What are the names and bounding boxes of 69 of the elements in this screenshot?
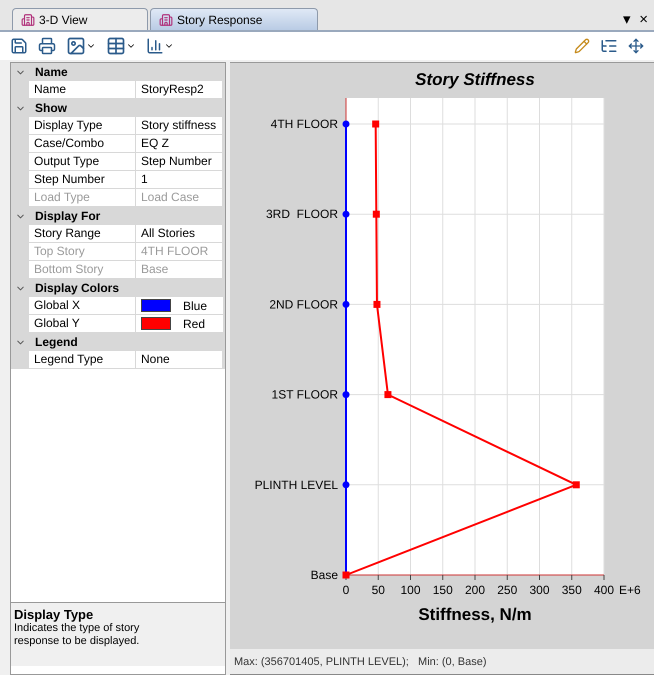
category-label: Show <box>34 101 67 115</box>
tick-label: 50 <box>372 583 385 597</box>
property-name: Output Type <box>29 153 136 171</box>
building-icon <box>21 12 35 26</box>
property-name: Bottom Story <box>29 261 136 279</box>
tick-label: 250 <box>497 583 518 597</box>
property-value[interactable]: StoryResp2 <box>136 81 223 99</box>
property-name: Load Type <box>29 189 136 207</box>
tab[interactable]: Story Response <box>150 8 318 30</box>
property-name: Display Type <box>29 117 136 135</box>
color-name: Blue <box>183 298 208 312</box>
table-button[interactable] <box>106 36 136 56</box>
bar-chart-button[interactable] <box>146 37 174 55</box>
description-text: Indicates the type of story response to be displayed. <box>14 622 140 648</box>
category-label: 3RD FLOOR <box>266 207 338 222</box>
property-name: Step Number <box>29 171 136 189</box>
property-name: Legend Type <box>29 351 136 369</box>
property-name: Case/Combo <box>29 135 136 153</box>
chart-title: Story Stiffness <box>415 70 535 89</box>
x-axis-title: Stiffness, N/m <box>418 605 532 624</box>
data-point <box>372 120 380 128</box>
save-button[interactable] <box>10 37 28 55</box>
category-label: PLINTH LEVEL <box>254 478 338 492</box>
axis-unit-label: E+6 <box>619 583 641 597</box>
tick-label: 350 <box>562 583 582 597</box>
image-button[interactable] <box>66 36 96 56</box>
property-value[interactable]: Story stiffness <box>136 117 223 135</box>
tick-label: 0 <box>342 583 350 597</box>
property-value[interactable]: All Stories <box>136 225 223 243</box>
property-name: Global Y <box>29 315 136 333</box>
category-label: 1ST FLOOR <box>272 388 338 402</box>
tab[interactable]: 3-D View <box>12 8 148 30</box>
category-label: Legend <box>34 335 78 349</box>
data-point <box>342 481 350 488</box>
data-point <box>342 300 350 308</box>
property-value[interactable]: None <box>136 351 223 369</box>
category-label: Name <box>34 65 68 79</box>
data-point <box>342 120 350 128</box>
status-text: Max: (356701405, PLINTH LEVEL); Min: (0, Base) <box>234 656 487 668</box>
property-name: Global X <box>29 297 136 315</box>
data-point <box>342 210 350 218</box>
category-label: Base <box>310 568 338 582</box>
property-name: Story Range <box>29 225 136 243</box>
property-value[interactable]: Red <box>136 315 223 333</box>
data-point <box>342 391 350 398</box>
property-value[interactable]: EQ Z <box>136 135 223 153</box>
property-value[interactable]: Blue <box>136 297 223 315</box>
tick-label: 300 <box>529 583 550 597</box>
category-label: Display Colors <box>34 281 120 295</box>
pencil-button[interactable] <box>574 38 590 54</box>
property-value[interactable]: Step Number <box>136 153 223 171</box>
close-button[interactable]: × <box>639 12 648 27</box>
tick-label: 200 <box>464 583 486 597</box>
tick-label: 400 <box>594 583 614 597</box>
category-label: 2ND FLOOR <box>269 297 338 312</box>
color-name: Red <box>183 316 206 330</box>
description-title: Display Type <box>14 607 94 622</box>
dropdown-button[interactable]: ▾ <box>623 12 632 27</box>
print-button[interactable] <box>38 37 56 55</box>
property-value[interactable]: 1 <box>136 171 223 189</box>
property-name: Name <box>29 81 136 99</box>
category-label: Display For <box>34 209 100 223</box>
building-icon <box>159 12 173 26</box>
move-button[interactable] <box>628 38 644 54</box>
tick-label: 150 <box>432 583 453 597</box>
tree-button[interactable] <box>600 37 618 55</box>
category-label: 4TH FLOOR <box>270 117 338 131</box>
property-name: Top Story <box>29 243 136 261</box>
tick-label: 100 <box>400 583 421 597</box>
